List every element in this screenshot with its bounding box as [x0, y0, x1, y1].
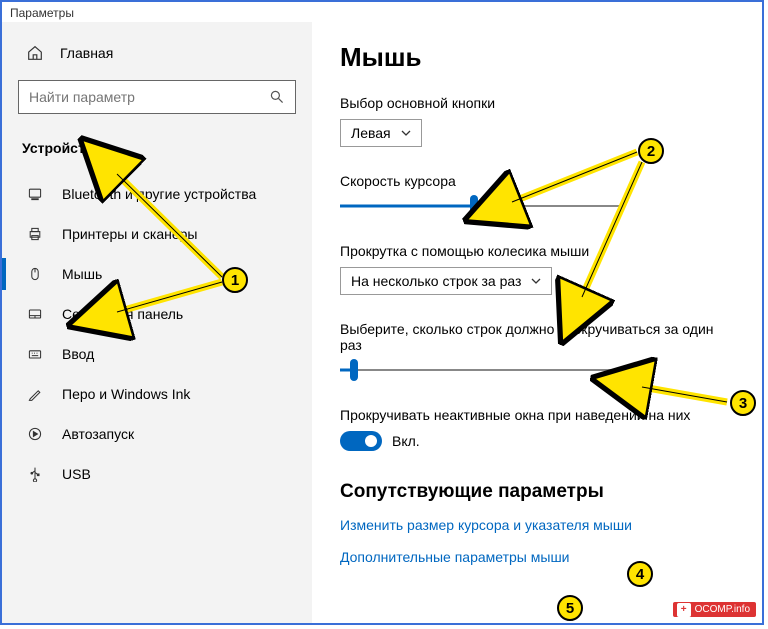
scroll-mode-value: На несколько строк за раз	[351, 273, 521, 289]
chevron-down-icon	[531, 276, 541, 286]
bluetooth-icon	[26, 185, 44, 203]
sidebar-item-autoplay[interactable]: Автозапуск	[18, 414, 296, 454]
cursor-speed-label: Скорость курсора	[340, 173, 734, 189]
cursor-speed-slider[interactable]	[340, 197, 620, 215]
autoplay-icon	[26, 425, 44, 443]
printer-icon	[26, 225, 44, 243]
lines-per-scroll-label: Выберите, сколько строк должно прокручив…	[340, 321, 734, 353]
link-cursor-size[interactable]: Изменить размер курсора и указателя мыши	[340, 517, 734, 533]
sidebar-item-label: Принтеры и сканеры	[62, 226, 197, 242]
sidebar-item-label: Ввод	[62, 346, 94, 362]
keyboard-icon	[26, 345, 44, 363]
sidebar-item-label: Сенсорная панель	[62, 306, 183, 322]
sidebar-item-label: Перо и Windows Ink	[62, 386, 190, 402]
sidebar-item-usb[interactable]: USB	[18, 454, 296, 494]
usb-icon	[26, 465, 44, 483]
mouse-icon	[26, 265, 44, 283]
scroll-mode-label: Прокрутка с помощью колесика мыши	[340, 243, 734, 259]
page-title: Мышь	[340, 42, 734, 73]
search-input[interactable]	[29, 89, 269, 105]
sidebar-home-label: Главная	[60, 45, 113, 61]
watermark-brand: OCOMP.info	[695, 604, 750, 615]
sidebar-item-pen[interactable]: Перо и Windows Ink	[18, 374, 296, 414]
related-heading: Сопутствующие параметры	[340, 481, 734, 503]
touchpad-icon	[26, 305, 44, 323]
pen-icon	[26, 385, 44, 403]
sidebar-item-label: Автозапуск	[62, 426, 134, 442]
sidebar-item-mouse[interactable]: Мышь	[18, 254, 296, 294]
link-advanced-mouse[interactable]: Дополнительные параметры мыши	[340, 549, 734, 565]
search-input-wrap[interactable]	[18, 80, 296, 114]
window-title: Параметры	[2, 2, 762, 22]
sidebar-item-typing[interactable]: Ввод	[18, 334, 296, 374]
sidebar-item-label: Мышь	[62, 266, 102, 282]
watermark: OCOMP.info	[673, 602, 756, 617]
search-icon	[269, 89, 285, 105]
sidebar-item-label: USB	[62, 466, 91, 482]
inactive-windows-toggle[interactable]	[340, 431, 382, 451]
sidebar-item-bluetooth[interactable]: Bluetooth и другие устройства	[18, 174, 296, 214]
main-panel: Мышь Выбор основной кнопки Левая Скорост…	[312, 22, 762, 623]
chevron-down-icon	[401, 128, 411, 138]
sidebar-item-touchpad[interactable]: Сенсорная панель	[18, 294, 296, 334]
toggle-state-label: Вкл.	[392, 433, 420, 449]
sidebar-category: Устройства	[18, 134, 296, 174]
sidebar-home[interactable]: Главная	[18, 34, 296, 80]
inactive-windows-label: Прокручивать неактивные окна при наведен…	[340, 407, 734, 423]
scroll-mode-dropdown[interactable]: На несколько строк за раз	[340, 267, 552, 295]
lines-per-scroll-slider[interactable]	[340, 361, 620, 379]
home-icon	[26, 44, 44, 62]
sidebar-item-printers[interactable]: Принтеры и сканеры	[18, 214, 296, 254]
primary-button-dropdown[interactable]: Левая	[340, 119, 422, 147]
sidebar: Главная Устройства Bluetooth и другие ус…	[2, 22, 312, 623]
primary-button-label: Выбор основной кнопки	[340, 95, 734, 111]
sidebar-item-label: Bluetooth и другие устройства	[62, 186, 256, 202]
primary-button-value: Левая	[351, 125, 391, 141]
